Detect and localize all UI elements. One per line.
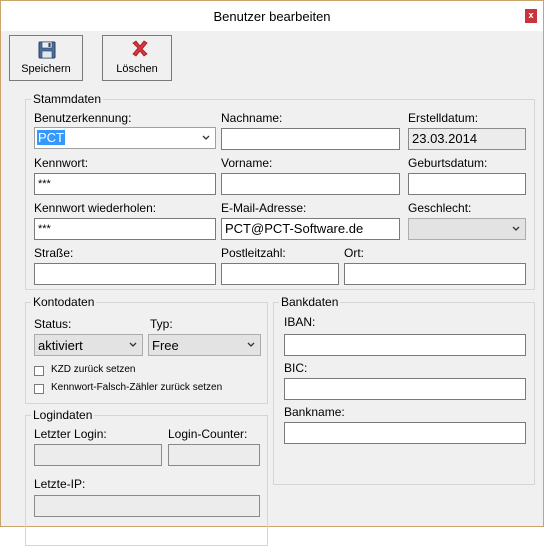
postleitzahl-label: Postleitzahl: <box>221 246 286 260</box>
email-input[interactable]: PCT@PCT-Software.de <box>221 218 400 240</box>
login-counter-label: Login-Counter: <box>168 427 248 441</box>
strasse-input[interactable] <box>34 263 216 285</box>
status-select[interactable]: aktiviert <box>34 334 143 356</box>
geschlecht-select[interactable] <box>408 218 526 240</box>
chevron-down-icon <box>129 342 137 347</box>
erstelldatum-field: 23.03.2014 <box>408 128 526 150</box>
status-value: aktiviert <box>38 338 83 353</box>
ort-label: Ort: <box>344 246 364 260</box>
strasse-label: Straße: <box>34 246 74 260</box>
typ-label: Typ: <box>150 317 173 331</box>
window-title: Benutzer bearbeiten <box>213 9 331 24</box>
save-button-label: Speichern <box>21 63 71 75</box>
email-label: E-Mail-Adresse: <box>221 201 307 215</box>
chevron-down-icon <box>202 135 210 140</box>
letzter-login-field <box>34 444 162 466</box>
save-button[interactable]: Speichern <box>9 35 83 81</box>
delete-x-icon <box>132 40 148 57</box>
bic-input[interactable] <box>284 378 526 400</box>
dialog-body: Speichern Löschen Stammdaten Benutzerken… <box>5 32 539 546</box>
postleitzahl-input[interactable] <box>221 263 339 285</box>
typ-value: Free <box>152 338 179 353</box>
benutzerkennung-value: PCT <box>37 130 65 145</box>
vorname-label: Vorname: <box>221 156 273 170</box>
kennwort-wiederholen-label: Kennwort wiederholen: <box>34 201 157 215</box>
ort-input[interactable] <box>344 263 526 285</box>
floppy-disk-icon <box>38 41 56 59</box>
letzte-ip-label: Letzte-IP: <box>34 477 86 491</box>
kennwort-wiederholen-input[interactable]: *** <box>34 218 216 240</box>
stammdaten-legend: Stammdaten <box>31 92 104 106</box>
chevron-down-icon <box>247 342 255 347</box>
iban-input[interactable] <box>284 334 526 356</box>
geburtsdatum-input[interactable] <box>408 173 526 195</box>
bankdaten-group: Bankdaten IBAN: BIC: Bankname: <box>273 295 535 485</box>
erstelldatum-label: Erstelldatum: <box>408 111 479 125</box>
delete-button[interactable]: Löschen <box>102 35 172 81</box>
letzte-ip-field <box>34 495 260 517</box>
stammdaten-group: Stammdaten Benutzerkennung: PCT Nachname… <box>25 92 535 290</box>
bankname-input[interactable] <box>284 422 526 444</box>
bankdaten-legend: Bankdaten <box>279 295 341 309</box>
bic-label: BIC: <box>284 361 308 375</box>
logindaten-legend: Logindaten <box>31 408 95 422</box>
kennwort-falsch-reset-checkbox[interactable] <box>34 384 44 394</box>
letzter-login-label: Letzter Login: <box>34 427 107 441</box>
nachname-label: Nachname: <box>221 111 283 125</box>
geburtsdatum-label: Geburtsdatum: <box>408 156 488 170</box>
kontodaten-group: Kontodaten Status: aktiviert Typ: Free K… <box>25 295 268 404</box>
chevron-down-icon <box>512 226 520 231</box>
benutzerkennung-select[interactable]: PCT <box>34 127 216 149</box>
benutzerkennung-label: Benutzerkennung: <box>34 111 132 125</box>
typ-select[interactable]: Free <box>148 334 261 356</box>
edit-user-window: Benutzer bearbeiten x Speichern Löschen … <box>0 0 544 546</box>
kennwort-input[interactable]: *** <box>34 173 216 195</box>
bankname-label: Bankname: <box>284 405 345 419</box>
status-label: Status: <box>34 317 72 331</box>
kzd-reset-label: KZD zurück setzen <box>51 364 136 375</box>
kontodaten-legend: Kontodaten <box>31 295 97 309</box>
nachname-input[interactable] <box>221 128 400 150</box>
kennwort-falsch-reset-label: Kennwort-Falsch-Zähler zurück setzen <box>51 382 223 393</box>
title-bar[interactable]: Benutzer bearbeiten x <box>1 1 543 32</box>
login-counter-field <box>168 444 260 466</box>
geschlecht-label: Geschlecht: <box>408 201 472 215</box>
logindaten-group: Logindaten Letzter Login: Login-Counter:… <box>25 408 268 546</box>
kennwort-label: Kennwort: <box>34 156 89 170</box>
delete-button-label: Löschen <box>116 63 158 75</box>
vorname-input[interactable] <box>221 173 400 195</box>
iban-label: IBAN: <box>284 315 316 329</box>
kzd-reset-checkbox[interactable] <box>34 366 44 376</box>
close-button[interactable]: x <box>525 9 537 23</box>
